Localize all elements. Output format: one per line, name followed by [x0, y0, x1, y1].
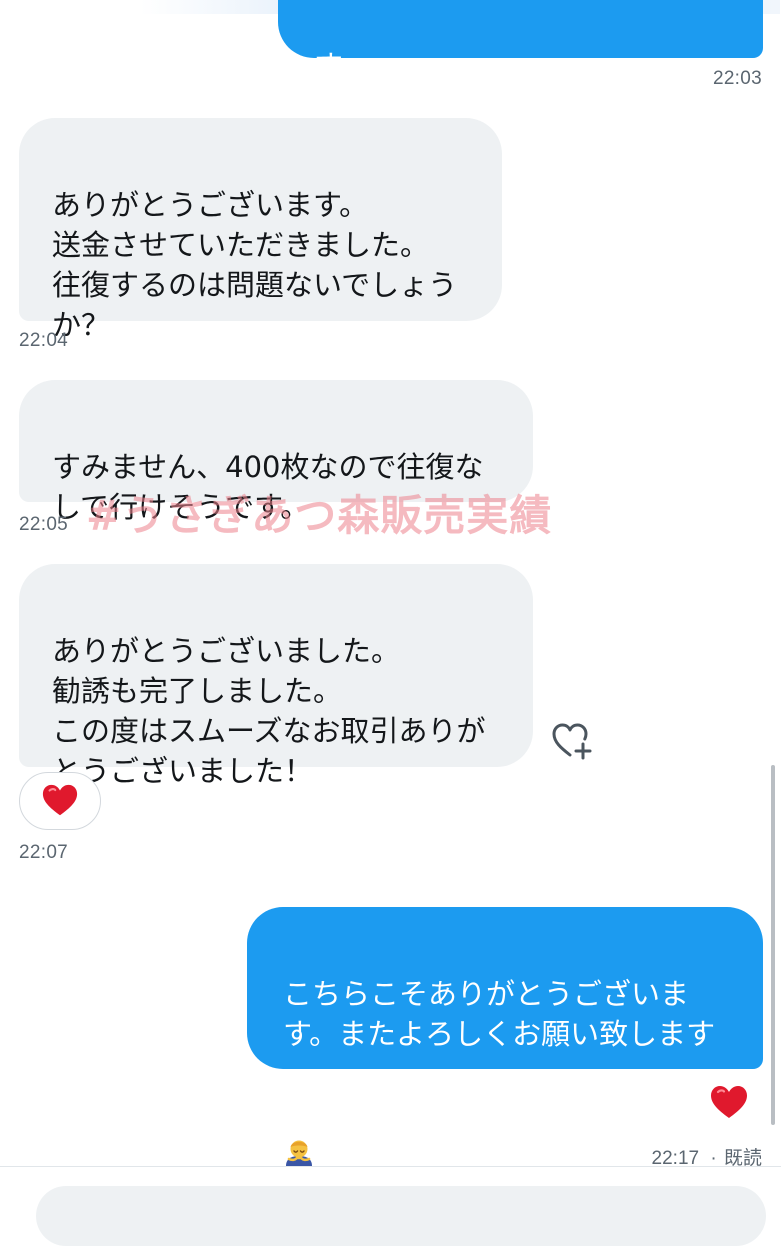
message-bubble-incoming[interactable]: ありがとうございました。 勧誘も完了しました。 この度はスムーズなお取引ありが … — [19, 564, 533, 788]
message-composer[interactable] — [36, 1186, 766, 1246]
watermark: #うさぎあつ森販売実績 — [86, 491, 553, 540]
reaction-chip[interactable] — [19, 772, 101, 830]
message-timestamp: 22:07 — [19, 842, 69, 863]
message-bubble-incoming[interactable]: ありがとうございます。 送金させていただきました。 往復するのは問題ないでしょう… — [19, 118, 502, 342]
message-timestamp: 22:03 — [712, 68, 762, 89]
heart-plus-icon[interactable] — [551, 722, 595, 762]
scrollbar[interactable] — [771, 765, 775, 1125]
red-heart-icon[interactable] — [709, 1083, 749, 1123]
message-text: こちらこそありがとうございま す。またよろしくお願い致します — [283, 977, 716, 1051]
divider — [0, 1166, 781, 1167]
message-timestamp: 22:04 — [19, 330, 69, 351]
red-heart-icon — [42, 784, 78, 816]
message-text: ありがとうございました。 勧誘も完了しました。 この度はスムーズなお取引ありが … — [52, 634, 486, 788]
message-text: ありがとうございます。 送金させていただきました。 往復するのは問題ないでしょう… — [52, 188, 458, 342]
message-text: す。 — [314, 49, 370, 83]
message-bubble-outgoing[interactable]: こちらこそありがとうございま す。またよろしくお願い致します — [247, 907, 763, 1166]
message-bubble-outgoing[interactable]: す。 — [278, 0, 763, 83]
message-timestamp: 22:05 — [19, 514, 69, 535]
person-bowing-icon — [286, 1140, 312, 1166]
